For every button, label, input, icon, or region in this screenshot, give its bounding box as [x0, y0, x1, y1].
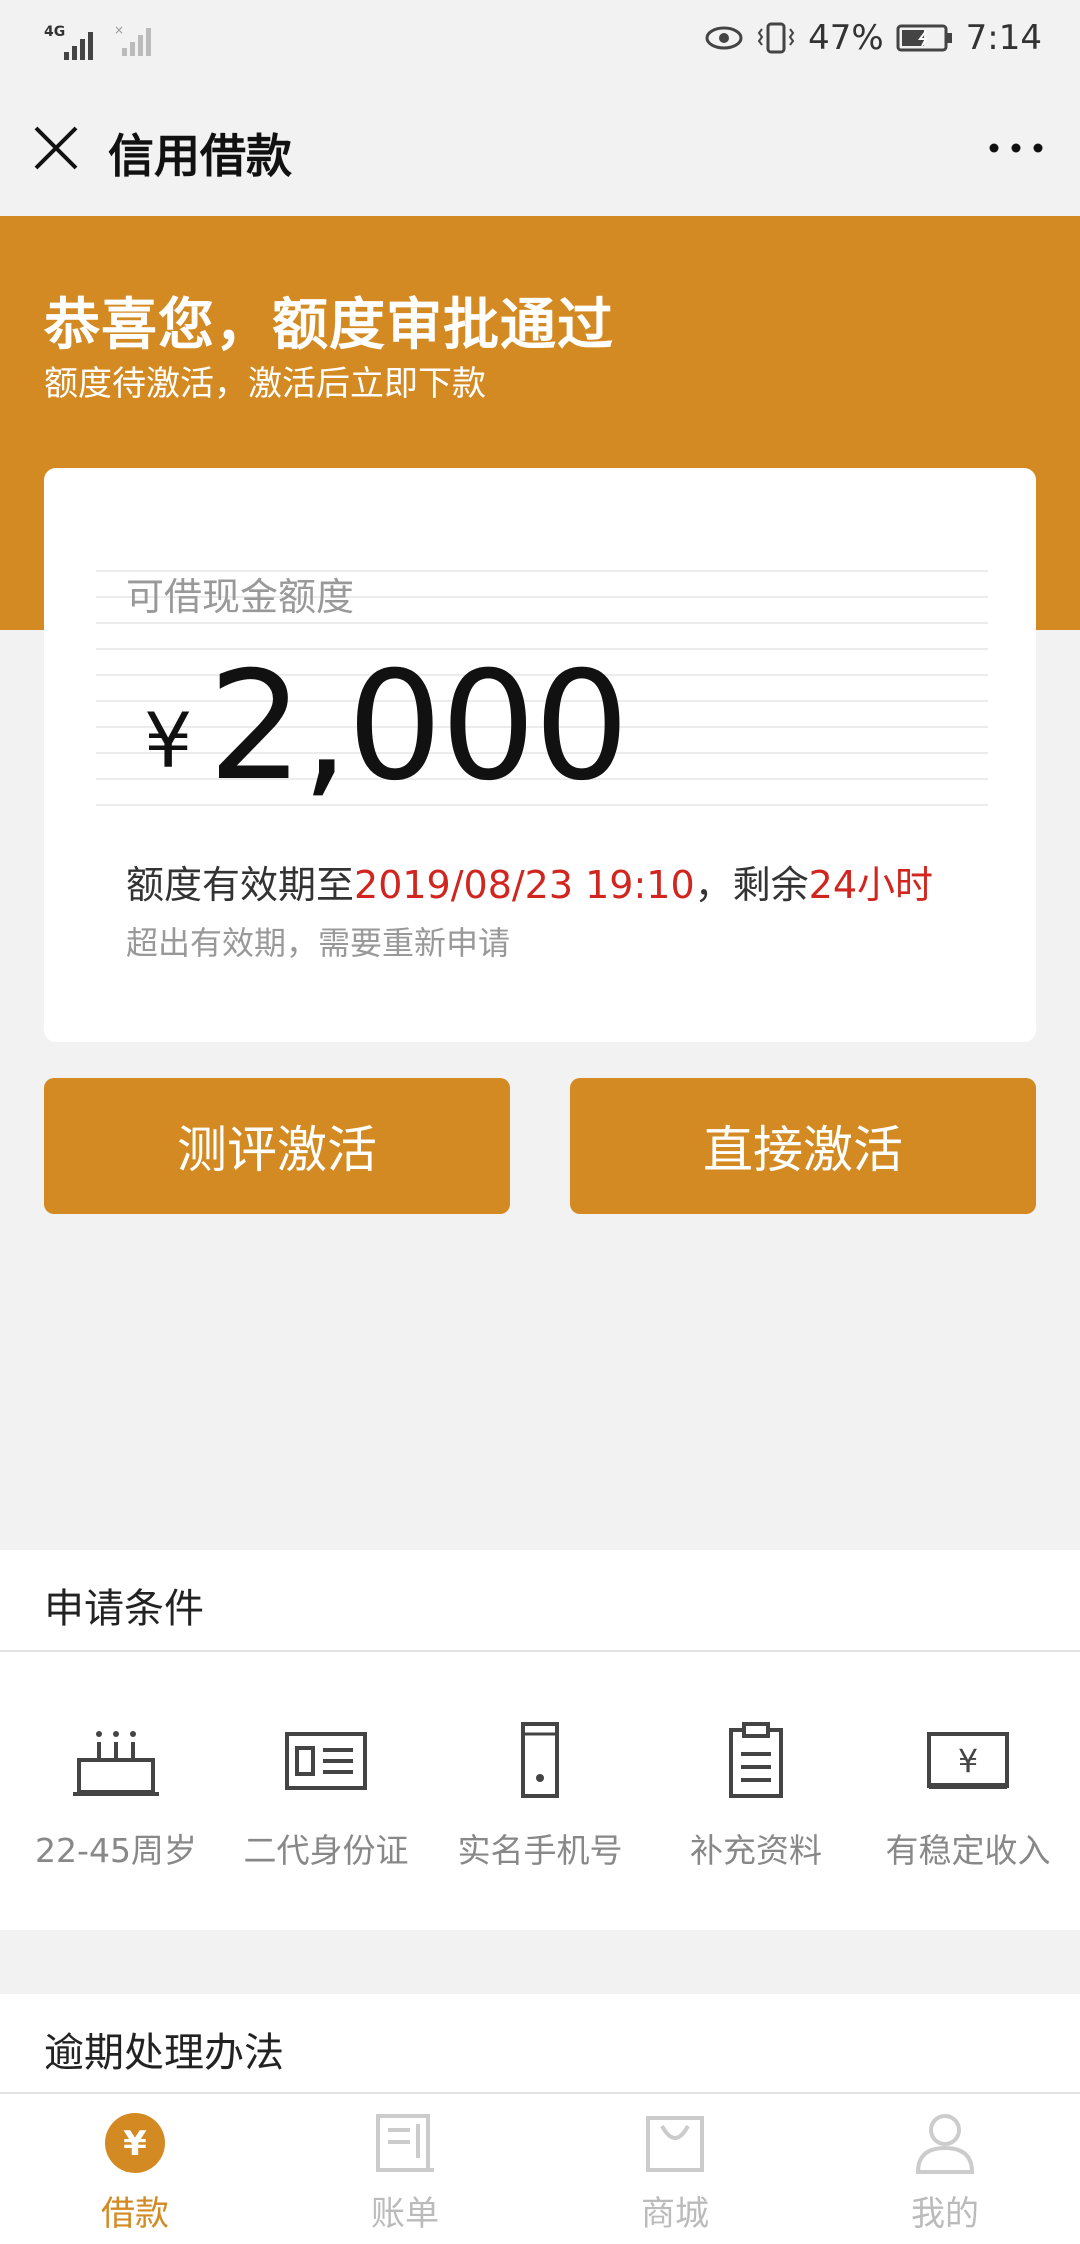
- validity-line: 额度有效期至2019/08/23 19:10，剩余24小时: [126, 854, 933, 909]
- tab-label: 借款: [101, 2194, 169, 2234]
- validity-note: 超出有效期，需要重新申请: [126, 924, 511, 962]
- phone-icon: [521, 1722, 559, 1798]
- clipboard-icon: [729, 1722, 783, 1798]
- conditions-header: 申请条件: [0, 1550, 1080, 1652]
- signal-indicators: 4G ×: [44, 22, 154, 62]
- direct-activate-button[interactable]: 直接激活: [570, 1078, 1036, 1214]
- validity-mid: ，剩余: [694, 863, 809, 907]
- approval-headline: 恭喜您，额度审批通过: [44, 293, 614, 358]
- conditions-title: 申请条件: [44, 1586, 204, 1632]
- validity-date: 2019/08/23 19:10: [354, 863, 695, 907]
- condition-label: 22-45周岁: [35, 1831, 197, 1870]
- condition-label: 补充资料: [690, 1831, 822, 1870]
- cake-icon: [73, 1731, 159, 1796]
- remaining-time: 24小时: [808, 863, 933, 907]
- page-title: 信用借款: [108, 129, 292, 183]
- signal-4g-icon: 4G: [44, 24, 100, 62]
- svg-text:×: ×: [114, 23, 124, 37]
- bottom-tab-bar: ¥ 借款 账单 商城 我的: [0, 2094, 1080, 2244]
- condition-item-materials: 补充资料: [648, 1652, 864, 1930]
- vibrate-icon: [757, 22, 795, 54]
- svg-text:¥: ¥: [958, 1742, 978, 1780]
- battery-percent: 47%: [808, 18, 884, 58]
- credit-limit-label: 可借现金额度: [126, 575, 355, 619]
- tab-label: 商城: [641, 2194, 709, 2234]
- status-bar: 4G × 47% 7:14: [0, 0, 1080, 84]
- validity-prefix: 额度有效期至: [126, 863, 355, 907]
- overdue-title: 逾期处理办法: [44, 2030, 284, 2076]
- close-icon[interactable]: [30, 122, 82, 174]
- condition-item-income: ¥ 有稳定收入: [860, 1652, 1076, 1930]
- shop-icon: [646, 2116, 704, 2172]
- tab-loan[interactable]: ¥ 借款: [0, 2094, 270, 2244]
- tab-label: 账单: [371, 2194, 439, 2234]
- condition-label: 有稳定收入: [885, 1831, 1051, 1870]
- overdue-policy-row[interactable]: 逾期处理办法: [0, 1994, 1080, 2094]
- signal-sim2-icon: ×: [114, 22, 154, 62]
- loan-icon: ¥: [105, 2113, 165, 2173]
- currency-symbol: ¥: [144, 696, 193, 785]
- status-right: 47% 7:14: [704, 18, 1042, 58]
- tab-label: 我的: [911, 2194, 979, 2234]
- condition-item-age: 22-45周岁: [8, 1652, 224, 1930]
- condition-item-id-card: 二代身份证: [218, 1652, 434, 1930]
- clock-time: 7:14: [965, 18, 1042, 58]
- tab-bill[interactable]: 账单: [270, 2094, 540, 2244]
- condition-item-phone: 实名手机号: [432, 1652, 648, 1930]
- tab-profile[interactable]: 我的: [810, 2094, 1080, 2244]
- profile-icon: [915, 2114, 975, 2174]
- credit-limit-amount: 2,000: [208, 640, 629, 814]
- evaluate-activate-button[interactable]: 测评激活: [44, 1078, 510, 1214]
- app-header: 信用借款: [0, 84, 1080, 216]
- battery-icon: [896, 24, 952, 52]
- tab-shop[interactable]: 商城: [540, 2094, 810, 2244]
- income-icon: ¥: [927, 1732, 1009, 1789]
- more-options-icon[interactable]: [986, 128, 1046, 168]
- condition-label: 二代身份证: [243, 1831, 409, 1870]
- conditions-list: 22-45周岁 二代身份证 实名手机号 补充资料 ¥ 有稳定收入: [0, 1652, 1080, 1930]
- approval-subtext: 额度待激活，激活后立即下款: [44, 364, 486, 404]
- svg-text:¥: ¥: [123, 2124, 147, 2164]
- condition-label: 实名手机号: [457, 1831, 623, 1870]
- credit-limit-card: 可借现金额度 ¥ 2,000 额度有效期至2019/08/23 19:10，剩余…: [44, 468, 1036, 1042]
- bill-icon: [376, 2114, 434, 2172]
- id-card-icon: [285, 1732, 367, 1790]
- eye-icon: [705, 26, 743, 50]
